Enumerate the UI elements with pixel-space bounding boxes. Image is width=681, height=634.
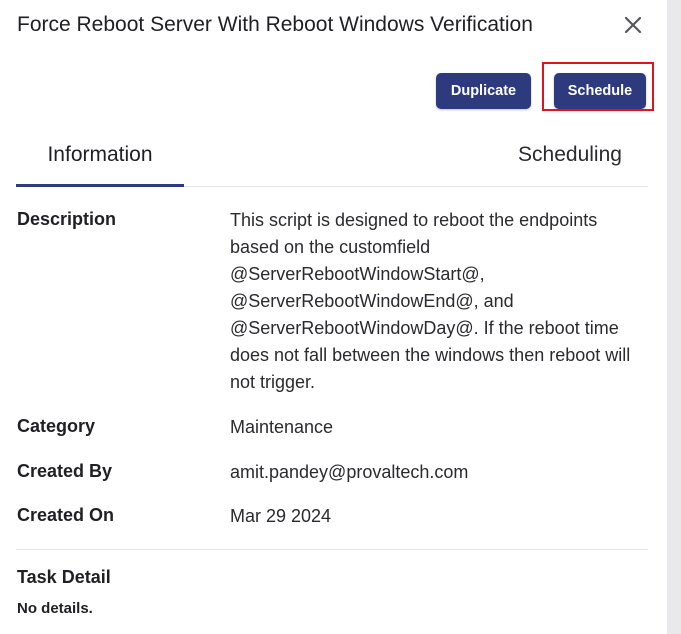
- created-on-label: Created On: [17, 505, 115, 525]
- schedule-button[interactable]: Schedule: [554, 73, 646, 109]
- task-detail-title: Task Detail: [17, 567, 111, 587]
- tab-bar: Information Scheduling: [16, 124, 648, 187]
- task-detail-text: No details.: [17, 600, 93, 617]
- duplicate-button[interactable]: Duplicate: [436, 73, 531, 109]
- tab-information[interactable]: Information: [16, 124, 184, 187]
- section-divider: [16, 549, 648, 550]
- created-on-value: Mar 29 2024: [230, 506, 332, 526]
- dialog-title: Force Reboot Server With Reboot Windows …: [17, 13, 533, 36]
- close-button[interactable]: [618, 10, 648, 40]
- category-value: Maintenance: [230, 417, 334, 437]
- category-label: Category: [17, 416, 96, 436]
- close-x-icon: [624, 16, 642, 34]
- description-value: This script is designed to reboot the en…: [230, 210, 631, 392]
- script-detail-panel: Force Reboot Server With Reboot Windows …: [0, 0, 667, 634]
- created-by-label: Created By: [17, 461, 113, 481]
- description-label: Description: [17, 209, 117, 229]
- tab-scheduling[interactable]: Scheduling: [492, 124, 648, 185]
- created-by-value: amit.pandey@provaltech.com: [230, 462, 469, 482]
